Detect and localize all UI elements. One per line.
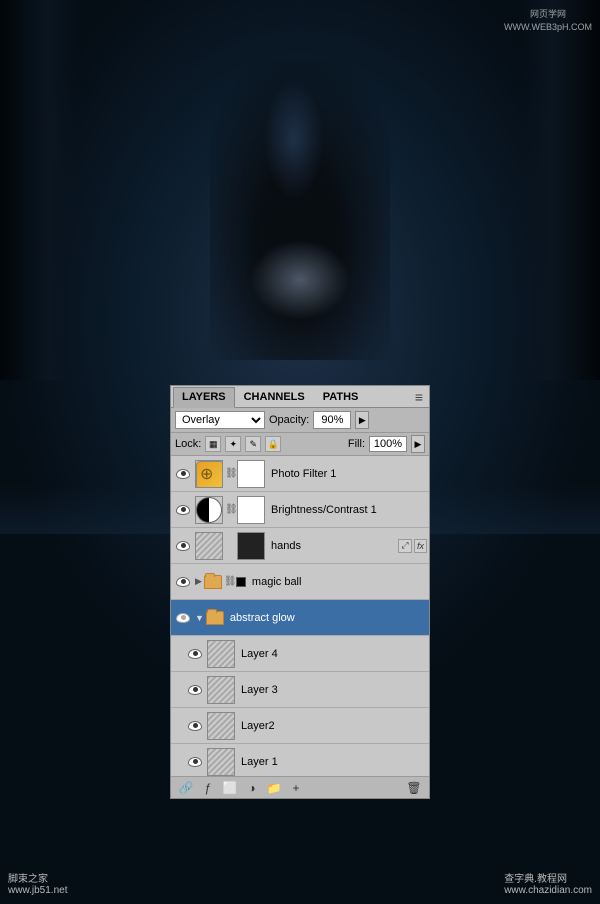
layer-name: Layer 1 [237,756,427,768]
layer-mask-thumbnail [237,496,265,524]
visibility-toggle[interactable] [185,744,205,777]
layer-name: hands [267,540,398,552]
delete-layer-button[interactable]: 🗑 [403,778,425,798]
visibility-toggle[interactable] [185,708,205,744]
opacity-input[interactable] [313,411,351,429]
layer-thumbnail [207,712,235,740]
panel-tabs: LAYERS CHANNELS PATHS ≡ [171,386,429,408]
link-layers-button[interactable]: 🔗 [175,778,197,798]
layer-thumbnail [195,460,223,488]
watermark-top-right: 网页学网 WWW.WEB3pH.COM [504,8,592,33]
lock-brush-icon[interactable]: ✎ [245,436,261,452]
watermark-bottom-right: 查字典.教程网 www.chazidian.com [504,870,592,896]
layer-row[interactable]: Layer 1 [171,744,429,776]
layer-thumbnail [207,676,235,704]
visibility-toggle[interactable] [185,636,205,672]
layer-thumbnail [207,640,235,668]
fill-input[interactable] [369,436,407,452]
add-mask-button[interactable]: ⬜ [219,778,241,798]
layer-row[interactable]: ▶ ⛓ magic ball [171,564,429,600]
chain-icon: ⛓ [224,576,234,587]
layers-panel: LAYERS CHANNELS PATHS ≡ Overlay Normal M… [170,385,430,799]
fill-arrow[interactable]: ▶ [411,435,425,453]
lock-label: Lock: [175,438,201,450]
panel-bottom-toolbar: 🔗 ƒ ⬜ ◑ 📁 + 🗑 [171,776,429,798]
layer-name: abstract glow [226,612,427,624]
move-icon: ⤢ [398,539,412,553]
expand-arrow[interactable]: ▶ [193,576,204,587]
layers-list: ⛓ Photo Filter 1 ⛓ Brightness/Contrast 1 [171,456,429,776]
tab-channels[interactable]: CHANNELS [235,386,314,407]
lock-all-icon[interactable]: 🔒 [265,436,281,452]
panel-menu-icon[interactable]: ≡ [411,389,427,405]
visibility-toggle[interactable] [173,600,193,636]
layer-row[interactable]: Layer 4 [171,636,429,672]
tab-layers[interactable]: LAYERS [173,387,235,408]
watermark-bottom-left: 脚束之家 www.jb51.net [8,870,67,896]
layer-thumbnail [195,532,223,560]
layer-row[interactable]: ⛓ Brightness/Contrast 1 [171,492,429,528]
new-group-button[interactable]: 📁 [263,778,285,798]
layer-row[interactable]: Layer 3 [171,672,429,708]
expand-arrow[interactable]: ▼ [193,613,206,623]
blend-mode-select[interactable]: Overlay Normal Multiply Screen [175,411,265,429]
visibility-toggle[interactable] [173,492,193,528]
opacity-label: Opacity: [269,414,309,426]
new-layer-button[interactable]: + [285,778,307,798]
layer-name: magic ball [248,576,427,588]
layer-name: Photo Filter 1 [267,468,427,480]
chain-icon: ⛓ [225,468,235,479]
fill-label: Fill: [348,438,365,450]
blend-opacity-row: Overlay Normal Multiply Screen Opacity: … [171,408,429,433]
layer-mask-thumbnail [237,532,265,560]
tab-paths[interactable]: PATHS [314,386,368,407]
lock-move-icon[interactable]: ✦ [225,436,241,452]
visibility-toggle[interactable] [173,456,193,492]
visibility-toggle[interactable] [173,776,193,777]
new-adjustment-button[interactable]: ◑ [241,778,263,798]
chain-icon: ⛓ [225,504,235,515]
visibility-toggle[interactable] [185,672,205,708]
lock-checkerboard-icon[interactable]: ▦ [205,436,221,452]
lock-fill-row: Lock: ▦ ✦ ✎ 🔒 Fill: ▶ [171,433,429,456]
layer-thumbnail [207,748,235,776]
fx-badge: fx [414,539,427,553]
layer-thumbnail [195,496,223,524]
layer-name: Brightness/Contrast 1 [267,504,427,516]
add-style-button[interactable]: ƒ [197,778,219,798]
layer-row[interactable]: ⛓ Photo Filter 1 [171,456,429,492]
folder-icon [206,611,224,625]
layer-row[interactable]: Layer2 [171,708,429,744]
layer-row[interactable]: ▼ abstract glow [171,600,429,636]
layer-name: Layer2 [237,720,427,732]
visibility-toggle[interactable] [173,528,193,564]
folder-icon [204,575,222,589]
black-square-icon [236,577,246,587]
layer-row[interactable]: hands ⤢ fx [171,528,429,564]
visibility-toggle[interactable] [173,564,193,600]
layer-name: Layer 3 [237,684,427,696]
layer-name: Layer 4 [237,648,427,660]
layer-mask-thumbnail [237,460,265,488]
opacity-arrow[interactable]: ▶ [355,411,369,429]
